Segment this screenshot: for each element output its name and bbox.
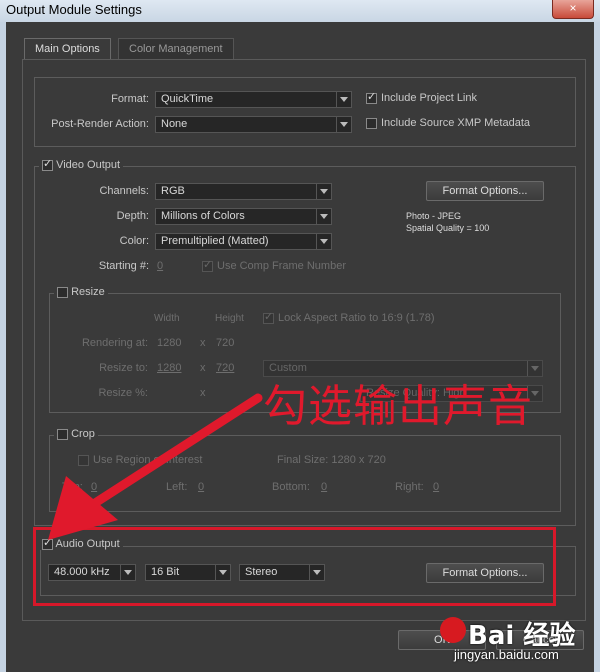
crop-left-label: Left: <box>166 481 188 493</box>
resize-width-header: Width <box>154 313 180 324</box>
lock-aspect-label: Lock Aspect Ratio to 16:9 (1.78) <box>278 312 435 324</box>
depth-select[interactable]: Millions of Colors <box>155 208 332 225</box>
chevron-down-icon <box>316 209 331 224</box>
crop-left-value[interactable]: 0 <box>198 481 204 493</box>
crop-checkbox[interactable] <box>57 428 68 440</box>
lock-aspect-checkbox[interactable] <box>263 310 274 324</box>
resize-to-x: x <box>200 362 206 374</box>
post-render-label: Post-Render Action: <box>51 118 149 130</box>
annotation-highlight-box <box>33 527 556 606</box>
use-comp-frame-label: Use Comp Frame Number <box>217 260 346 272</box>
use-roi-label: Use Region of Interest <box>93 454 203 466</box>
format-group <box>34 77 576 147</box>
use-comp-frame-checkbox[interactable] <box>202 258 213 272</box>
resize-percent-label: Resize %: <box>98 387 148 399</box>
crop-top-value[interactable]: 0 <box>91 481 97 493</box>
starting-number-value[interactable]: 0 <box>157 260 163 272</box>
resize-checkbox[interactable] <box>57 286 68 298</box>
video-output-checkbox[interactable] <box>42 157 53 171</box>
include-project-link-label: Include Project Link <box>381 92 477 104</box>
final-size-label: Final Size: 1280 x 720 <box>277 454 386 466</box>
chevron-down-icon <box>316 234 331 249</box>
channels-select[interactable]: RGB <box>155 183 332 200</box>
window-title: Output Module Settings <box>6 2 142 17</box>
close-icon: × <box>569 1 577 15</box>
crop-top-label: Top: <box>62 481 83 493</box>
depth-label: Depth: <box>116 210 149 222</box>
include-project-link-checkbox[interactable] <box>366 90 377 104</box>
crop-right-label: Right: <box>395 481 424 493</box>
crop-title: Crop <box>71 428 95 440</box>
color-label: Color: <box>119 235 149 247</box>
chevron-down-icon <box>316 184 331 199</box>
tab-color-management[interactable]: Color Management <box>118 38 234 60</box>
video-output-legend: Video Output <box>39 157 124 171</box>
crop-group <box>49 435 561 512</box>
crop-bottom-value[interactable]: 0 <box>321 481 327 493</box>
close-button[interactable]: × <box>552 0 594 19</box>
crop-legend: Crop <box>54 428 98 440</box>
baidu-paw-logo-icon <box>440 617 466 643</box>
resize-to-width[interactable]: 1280 <box>157 362 181 374</box>
resize-to-height[interactable]: 720 <box>216 362 234 374</box>
video-quality-info: Spatial Quality = 100 <box>406 223 490 233</box>
title-bar: Output Module Settings × <box>0 0 600 22</box>
include-xmp-checkbox[interactable] <box>366 118 377 129</box>
include-xmp-label: Include Source XMP Metadata <box>381 117 530 129</box>
format-select[interactable]: QuickTime <box>155 91 352 108</box>
video-codec-info: Photo - JPEG <box>406 211 462 221</box>
baidu-watermark: Bai 经验 jingyan.baidu.com <box>440 605 590 667</box>
chevron-down-icon <box>336 117 351 132</box>
rendering-x: x <box>200 337 206 349</box>
crop-bottom-label: Bottom: <box>272 481 310 493</box>
resize-height-header: Height <box>215 313 244 324</box>
resize-title: Resize <box>71 286 105 298</box>
channels-label: Channels: <box>99 185 149 197</box>
chevron-down-icon <box>336 92 351 107</box>
rendering-at-label: Rendering at: <box>81 337 148 349</box>
annotation-text: 勾选输出声音 <box>263 381 533 432</box>
use-roi-checkbox[interactable] <box>78 455 89 466</box>
resize-legend: Resize <box>54 286 108 298</box>
format-label: Format: <box>111 93 149 105</box>
color-select[interactable]: Premultiplied (Matted) <box>155 233 332 250</box>
resize-percent-x: x <box>200 387 206 399</box>
rendering-height: 720 <box>216 337 235 349</box>
rendering-width: 1280 <box>157 337 182 349</box>
video-format-options-button[interactable]: Format Options... <box>426 181 544 201</box>
crop-right-value[interactable]: 0 <box>433 481 439 493</box>
starting-number-label: Starting #: <box>98 260 149 272</box>
watermark-url-text: jingyan.baidu.com <box>454 647 559 662</box>
resize-to-label: Resize to: <box>99 362 148 374</box>
video-output-title: Video Output <box>56 159 121 171</box>
post-render-select[interactable]: None <box>155 116 352 133</box>
tab-main-options[interactable]: Main Options <box>24 38 111 60</box>
